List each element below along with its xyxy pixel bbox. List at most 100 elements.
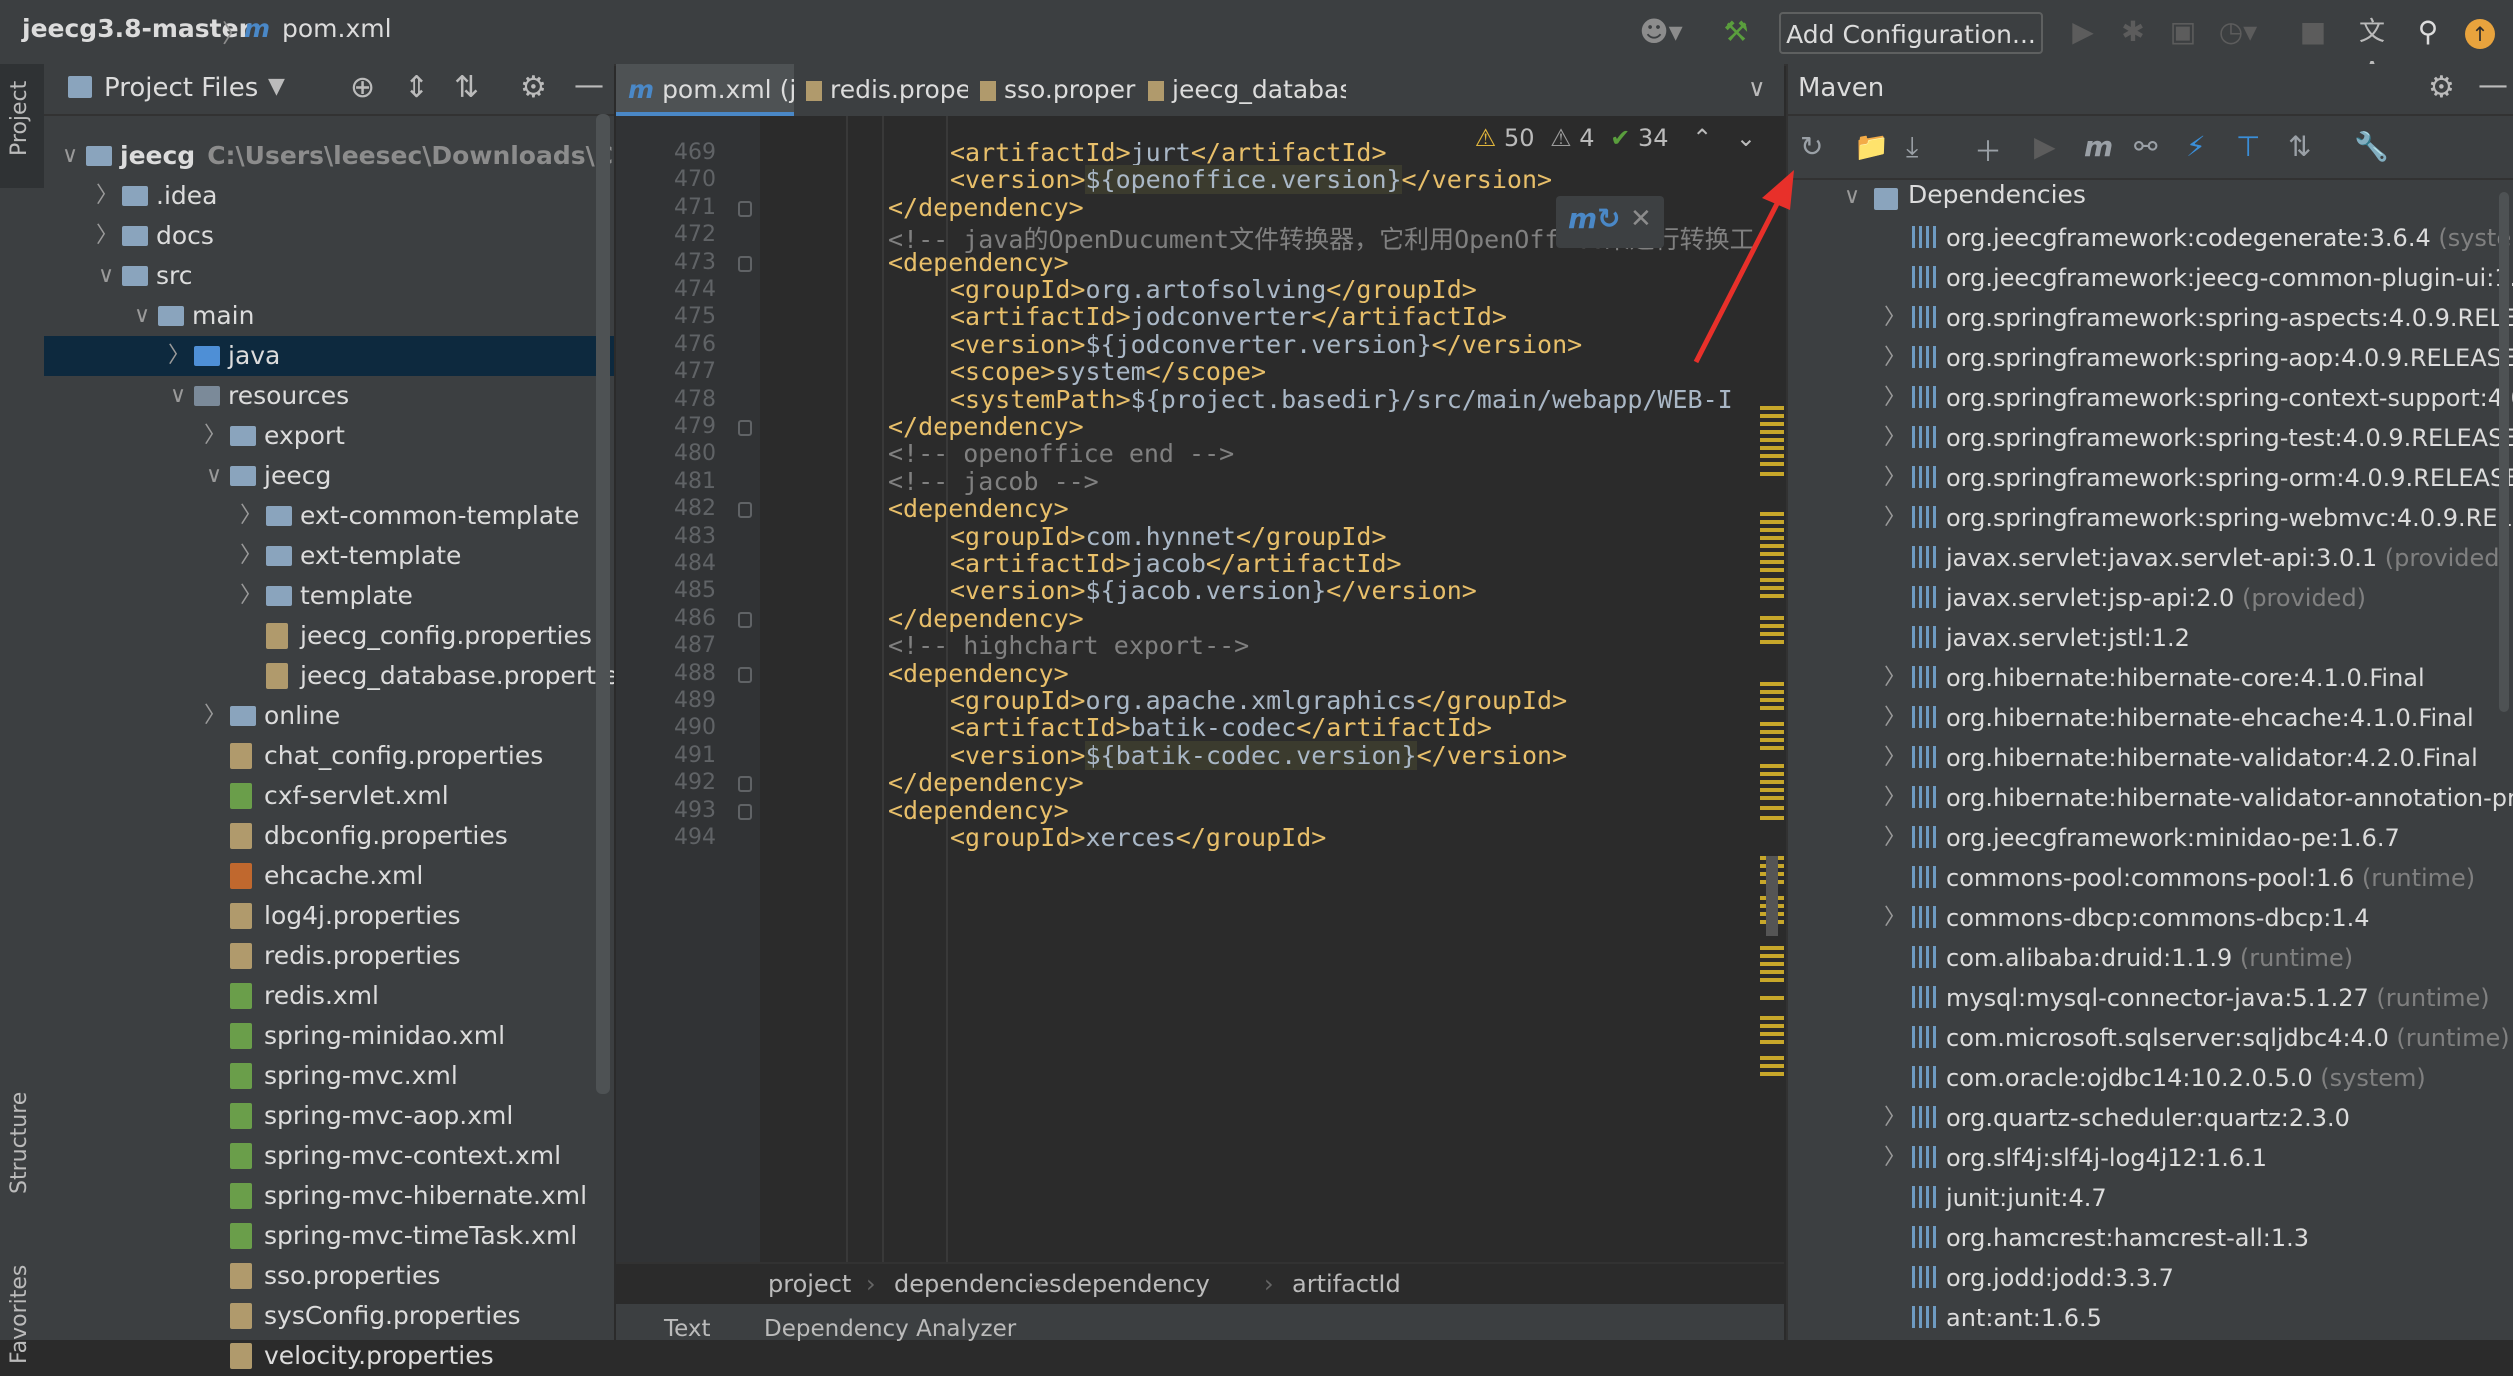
chevron-right-icon[interactable]: 〉 [1884, 738, 1906, 778]
code-line[interactable]: <!-- openoffice end --> [888, 439, 1234, 468]
toggle-offline-icon[interactable]: ⚯ [2134, 130, 2157, 163]
maven-reload-icon[interactable]: m↻ [1568, 202, 1621, 235]
dependency-item[interactable]: 〉 org.springframework:spring-test:4.0.9.R… [1884, 418, 2513, 458]
search-icon[interactable]: ⚲ [2410, 12, 2446, 52]
profile-icon[interactable]: ◷▾ [2216, 12, 2260, 52]
code-line[interactable]: <artifactId>jacob</artifactId> [950, 549, 1402, 578]
breadcrumb-project[interactable]: jeecg3.8-master [22, 14, 251, 43]
dependency-item[interactable]: 〉 org.springframework:spring-aspects:4.0.… [1884, 298, 2513, 338]
collapse-all-icon[interactable]: ⇅ [2288, 130, 2311, 163]
fold-marker-icon[interactable] [738, 666, 752, 683]
fold-marker-icon[interactable] [738, 255, 752, 272]
chevron-right-icon[interactable]: 〉 [96, 176, 118, 216]
code-line[interactable]: <artifactId>batik-codec</artifactId> [950, 713, 1492, 742]
dependency-item[interactable]: ant:ant:1.6.5 [1912, 1298, 2102, 1338]
dependency-item[interactable]: 〉 commons-dbcp:commons-dbcp:1.4 [1884, 898, 2370, 938]
minimize-icon[interactable]: — [574, 68, 604, 103]
editor-tab-1[interactable]: mpom.xml (jeecg)✕ [616, 64, 794, 116]
minimize-icon[interactable]: — [2478, 68, 2508, 103]
maven-root-row[interactable]: ∨ Dependencies [1788, 178, 2513, 218]
chevron-right-icon[interactable]: 〉 [1884, 298, 1906, 338]
chevron-right-icon[interactable]: 〉 [1884, 378, 1906, 418]
editor-tab-3[interactable]: sso.properties✕ [968, 64, 1136, 116]
tree-item-export[interactable]: 〉 export [44, 416, 614, 456]
tree-item-dbconfig-properties[interactable]: dbconfig.properties [44, 816, 614, 856]
chevron-right-icon[interactable]: 〉 [204, 416, 226, 456]
tree-item-spring-minidao-xml[interactable]: spring-minidao.xml [44, 1016, 614, 1056]
dependency-item[interactable]: org.hamcrest:hamcrest-all:1.3 [1912, 1218, 2309, 1258]
tree-item-docs[interactable]: 〉 docs [44, 216, 614, 256]
breadcrumb-file[interactable]: pom.xml [282, 14, 392, 43]
tree-item-src[interactable]: ∨ src [44, 256, 614, 296]
code-line[interactable]: </dependency> [888, 768, 1084, 797]
chevron-right-icon[interactable]: 〉 [1884, 458, 1906, 498]
dependency-item[interactable]: javax.servlet:javax.servlet-api:3.0.1 (p… [1912, 538, 2509, 578]
dependency-item[interactable]: org.jodd:jodd:3.3.7 [1912, 1258, 2174, 1298]
tree-item-online[interactable]: 〉 online [44, 696, 614, 736]
dependency-item[interactable]: com.alibaba:druid:1.1.9 (runtime) [1912, 938, 2353, 978]
gear-icon[interactable]: ⚙ [520, 70, 547, 105]
code-line[interactable]: <artifactId>jodconverter</artifactId> [950, 302, 1507, 331]
tab-dependency-analyzer[interactable]: Dependency Analyzer [764, 1316, 1016, 1342]
tree-item-ext-template[interactable]: 〉 ext-template [44, 536, 614, 576]
chevron-down-icon[interactable]: ∨ [1844, 184, 1860, 209]
dependency-item[interactable]: 〉 org.hibernate:hibernate-validator:4.2.0… [1884, 738, 2478, 778]
expand-all-icon[interactable]: ⇕ [404, 70, 429, 105]
add-configuration-button[interactable]: Add Configuration... [1779, 12, 2043, 54]
chevron-right-icon[interactable]: 〉 [240, 496, 262, 536]
code-editor[interactable]: 469 470 471 472 473 474 475 476 477 478 479 480 481 4… [616, 116, 1784, 1262]
code-line[interactable]: <systemPath>${project.basedir}/src/main/… [950, 385, 1733, 414]
code-line[interactable]: <groupId>org.apache.xmlgraphics</groupId… [950, 686, 1567, 715]
chevron-right-icon[interactable]: 〉 [240, 536, 262, 576]
code-line[interactable]: </dependency> [888, 604, 1084, 633]
tree-item-ehcache-xml[interactable]: ehcache.xml [44, 856, 614, 896]
tree-item-redis-xml[interactable]: redis.xml [44, 976, 614, 1016]
add-maven-project-icon[interactable]: 📁 [1854, 130, 1889, 163]
tree-item-velocity-properties[interactable]: velocity.properties [44, 1336, 614, 1376]
debug-icon[interactable]: ✱ [2116, 12, 2150, 52]
chevron-down-icon[interactable]: ∨ [168, 376, 188, 416]
chevron-right-icon[interactable]: 〉 [96, 216, 118, 256]
dependency-item[interactable]: org.jeecgframework:codegenerate:3.6.4 (s… [1912, 218, 2513, 258]
chevron-down-icon[interactable]: ∨ [60, 136, 80, 176]
tree-item-chat-config-properties[interactable]: chat_config.properties [44, 736, 614, 776]
gear-icon[interactable]: ⚙ [2428, 70, 2455, 105]
collapse-all-icon[interactable]: ⇅ [454, 70, 479, 105]
build-hammer-icon[interactable]: ⚒ [1718, 12, 1754, 52]
chevron-right-icon[interactable]: 〉 [1884, 418, 1906, 458]
code-line[interactable]: </dependency> [888, 193, 1084, 222]
tree-item-resources[interactable]: ∨ resources [44, 376, 614, 416]
next-highlight-icon[interactable]: ⌄ [1736, 124, 1756, 152]
chevron-right-icon[interactable]: 〉 [1884, 338, 1906, 378]
execute-goal-icon[interactable]: m [2084, 130, 2113, 163]
dependency-item[interactable]: 〉 org.slf4j:slf4j-log4j12:1.6.1 [1884, 1138, 2267, 1178]
code-line[interactable]: <dependency> [888, 494, 1069, 523]
dependency-item[interactable]: javax.servlet:jstl:1.2 [1912, 618, 2190, 658]
code-line[interactable]: </dependency> [888, 412, 1084, 441]
chevron-right-icon[interactable]: 〉 [168, 336, 190, 376]
update-icon[interactable]: ↑ [2460, 12, 2500, 52]
tree-item--idea[interactable]: 〉 .idea [44, 176, 614, 216]
code-line[interactable]: <dependency> [888, 796, 1069, 825]
chevron-right-icon[interactable]: 〉 [1884, 658, 1906, 698]
wrench-icon[interactable]: 🔧 [2354, 130, 2389, 163]
locate-file-icon[interactable]: ⊕ [350, 70, 375, 105]
editor-tab-2[interactable]: redis.properties✕ [794, 64, 968, 116]
chevron-right-icon[interactable]: 〉 [1884, 898, 1906, 938]
fold-marker-icon[interactable] [738, 803, 752, 820]
dependency-item[interactable]: com.microsoft.sqlserver:sqljdbc4:4.0 (ru… [1912, 1018, 2510, 1058]
tree-item-spring-mvc-aop-xml[interactable]: spring-mvc-aop.xml [44, 1096, 614, 1136]
translate-icon[interactable]: 文A [2352, 12, 2392, 87]
inspection-widget[interactable]: ⚠ 50 ⚠ 4 ✔ 34 ⌃ ⌄ [1475, 124, 1756, 152]
run-maven-icon[interactable]: ▶ [2034, 130, 2056, 163]
dependency-item[interactable]: 〉 org.springframework:spring-webmvc:4.0.9… [1884, 498, 2513, 538]
tab-text[interactable]: Text [664, 1316, 711, 1342]
dependency-item[interactable]: 〉 org.hibernate:hibernate-validator-annot… [1884, 778, 2513, 818]
skip-tests-icon[interactable]: ⚡ [2186, 130, 2206, 163]
tree-item-spring-mvc-hibernate-xml[interactable]: spring-mvc-hibernate.xml [44, 1176, 614, 1216]
tree-item-spring-mvc-xml[interactable]: spring-mvc.xml [44, 1056, 614, 1096]
code-line[interactable]: <version>${jodconverter.version}</versio… [950, 330, 1582, 359]
chevron-right-icon[interactable]: 〉 [1884, 498, 1906, 538]
dependency-item[interactable]: mysql:mysql-connector-java:5.1.27 (runti… [1912, 978, 2490, 1018]
chevron-down-icon[interactable]: ∨ [96, 256, 116, 296]
